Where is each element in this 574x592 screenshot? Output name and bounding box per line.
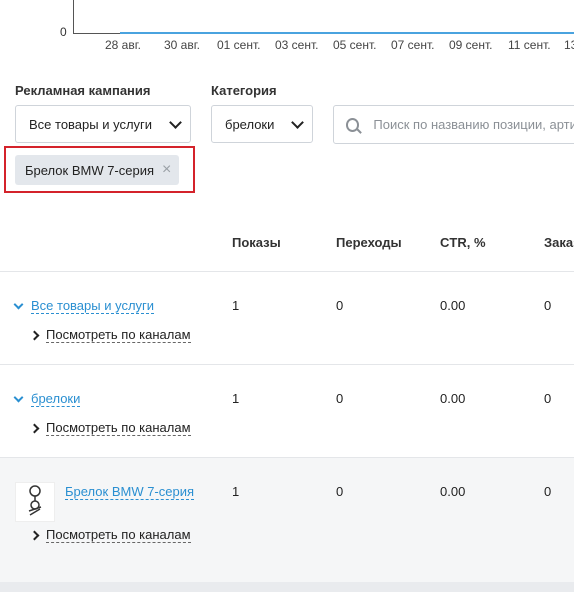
table-footer-bar xyxy=(0,582,574,592)
chevron-down-icon xyxy=(169,115,182,129)
campaign-select[interactable]: Все товары и услуги xyxy=(15,105,191,143)
chart-series-line xyxy=(120,32,574,34)
chart-x-tick: 01 сент. xyxy=(217,38,261,52)
channels-link[interactable]: Посмотреть по каналам xyxy=(46,527,191,543)
chart-x-tick: 07 сент. xyxy=(391,38,435,52)
cell-impressions: 1 xyxy=(232,391,240,406)
chart-x-tick: 13 xyxy=(564,38,574,52)
category-select[interactable]: брелоки xyxy=(211,105,313,143)
channels-link[interactable]: Посмотреть по каналам xyxy=(46,420,191,436)
category-select-value: брелоки xyxy=(225,116,275,132)
column-header-ctr: CTR, % xyxy=(440,235,486,250)
row-divider xyxy=(0,364,574,365)
row-name-link[interactable]: Все товары и услуги xyxy=(31,298,155,314)
row-name-link[interactable]: брелоки xyxy=(31,391,81,407)
chart-x-tick: 11 сент. xyxy=(508,38,551,52)
active-filter-tag: Брелок BMW 7-серия × xyxy=(15,155,180,185)
chart-x-tick: 28 авг. xyxy=(105,38,141,52)
search-box[interactable] xyxy=(333,105,574,144)
cell-clicks: 0 xyxy=(336,391,344,406)
channels-link[interactable]: Посмотреть по каналам xyxy=(46,327,191,343)
chart-x-tick: 05 сент. xyxy=(333,38,377,52)
chevron-down-icon[interactable] xyxy=(13,299,24,309)
chart-x-tick: 09 сент. xyxy=(449,38,493,52)
cell-ctr: 0.00 xyxy=(440,391,466,406)
campaign-filter-label: Рекламная кампания xyxy=(15,83,151,98)
close-icon[interactable]: × xyxy=(162,162,171,178)
chevron-right-icon xyxy=(29,530,40,540)
table-row: брелоки xyxy=(13,391,81,407)
cell-ctr: 0.00 xyxy=(440,298,466,313)
chevron-right-icon xyxy=(29,330,40,340)
product-thumbnail[interactable] xyxy=(15,482,55,522)
active-filter-tag-label: Брелок BMW 7-серия xyxy=(25,162,155,178)
chart-y-axis xyxy=(73,0,74,34)
chart-x-tick: 03 сент. xyxy=(275,38,319,52)
search-input[interactable] xyxy=(371,116,574,133)
row-divider xyxy=(0,271,574,272)
cell-clicks: 0 xyxy=(336,484,344,499)
product-name-link[interactable]: Брелок BMW 7-серия xyxy=(65,484,195,500)
category-filter-label: Категория xyxy=(211,83,277,98)
cell-orders: 0 xyxy=(544,298,552,313)
product-row: Брелок BMW 7-серия xyxy=(65,484,195,500)
chart-x-tick: 30 авг. xyxy=(164,38,200,52)
cell-clicks: 0 xyxy=(336,298,344,313)
table-row: Все товары и услуги xyxy=(13,298,155,314)
campaign-select-value: Все товары и услуги xyxy=(29,116,153,132)
cell-orders: 0 xyxy=(544,391,552,406)
keychain-icon xyxy=(28,485,42,516)
cell-orders: 0 xyxy=(544,484,552,499)
chevron-down-icon xyxy=(291,115,304,129)
chart-y-tick-zero: 0 xyxy=(60,25,67,39)
cell-impressions: 1 xyxy=(232,298,240,313)
column-header-clicks: Переходы xyxy=(336,235,402,250)
table-row-selected xyxy=(0,458,574,582)
cell-impressions: 1 xyxy=(232,484,240,499)
channels-toggle[interactable]: Посмотреть по каналам xyxy=(29,420,191,436)
cell-ctr: 0.00 xyxy=(440,484,466,499)
chevron-down-icon[interactable] xyxy=(13,392,24,402)
column-header-impressions: Показы xyxy=(232,235,281,250)
channels-toggle[interactable]: Посмотреть по каналам xyxy=(29,327,191,343)
column-header-orders: Заказы xyxy=(544,235,574,250)
search-icon xyxy=(346,117,360,132)
chevron-right-icon xyxy=(29,423,40,433)
channels-toggle[interactable]: Посмотреть по каналам xyxy=(29,527,191,543)
